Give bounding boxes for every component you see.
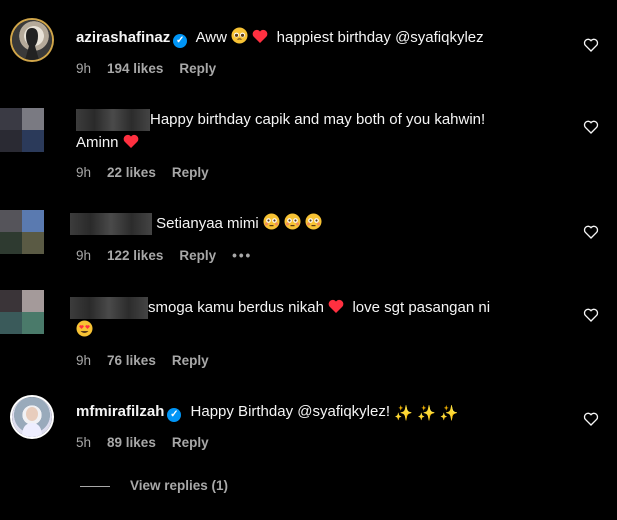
likes-count[interactable]: 194 likes	[107, 61, 163, 76]
comment-time: 9h	[76, 248, 92, 263]
likes-count[interactable]: 122 likes	[107, 248, 163, 263]
flushed-face-emoji-icon	[284, 213, 301, 237]
verified-badge-icon: ✓	[173, 34, 188, 48]
view-replies-button[interactable]: View replies (1)	[80, 478, 228, 493]
likes-count[interactable]: 22 likes	[107, 165, 156, 180]
avatar[interactable]	[0, 108, 44, 152]
view-replies-label: View replies (1)	[130, 478, 229, 493]
pleading-face-emoji-icon	[231, 27, 248, 51]
like-heart-icon[interactable]	[583, 411, 599, 427]
red-heart-emoji-icon	[252, 29, 268, 51]
flushed-face-emoji-icon	[263, 213, 280, 237]
comment-text: smoga kamu berdus nikah	[148, 299, 324, 316]
comment-text: Happy birthday capik and may both of you…	[150, 111, 486, 128]
divider	[80, 485, 110, 487]
reply-button[interactable]: Reply	[179, 61, 216, 76]
like-heart-icon[interactable]	[583, 119, 599, 135]
comment-time: 9h	[76, 61, 92, 76]
likes-count[interactable]: 76 likes	[107, 353, 156, 368]
avatar[interactable]	[0, 210, 44, 254]
comment-text: love sgt pasangan ni	[352, 299, 491, 316]
comment-time: 5h	[76, 435, 92, 450]
like-heart-icon[interactable]	[583, 224, 599, 240]
verified-badge-icon: ✓	[167, 408, 182, 422]
like-heart-icon[interactable]	[583, 307, 599, 323]
sparkles-emoji-icon: ✨	[417, 405, 436, 422]
reply-button[interactable]: Reply	[172, 435, 209, 450]
flushed-face-emoji-icon	[305, 213, 322, 237]
sparkles-emoji-icon: ✨	[394, 405, 413, 422]
avatar[interactable]	[12, 20, 52, 60]
reply-button[interactable]: Reply	[172, 165, 209, 180]
reply-button[interactable]: Reply	[172, 353, 209, 368]
comment-text: Happy Birthday @syafiqkylez!	[190, 403, 391, 420]
avatar[interactable]	[0, 290, 44, 334]
comment-text: Aminn	[76, 134, 119, 151]
like-heart-icon[interactable]	[583, 37, 599, 53]
heart-eyes-emoji-icon	[76, 320, 93, 344]
red-heart-emoji-icon	[123, 134, 139, 156]
comment-username[interactable]	[70, 213, 152, 236]
reply-button[interactable]: Reply	[179, 248, 216, 263]
comment-time: 9h	[76, 353, 92, 368]
comment-text: Setianyaa mimi	[156, 215, 259, 232]
comment-username[interactable]: azirashafinaz	[76, 29, 170, 46]
likes-count[interactable]: 89 likes	[107, 435, 156, 450]
comment-username[interactable]	[76, 109, 150, 132]
comment-username[interactable]: mfmirafilzah	[76, 403, 164, 420]
red-heart-emoji-icon	[328, 299, 344, 321]
comment-time: 9h	[76, 165, 92, 180]
comment-text: Aww	[195, 29, 227, 46]
comment-username[interactable]	[70, 297, 148, 320]
comment-text-mention: happiest birthday @syafiqkylez	[276, 29, 484, 46]
sparkles-emoji-icon: ✨	[439, 405, 459, 422]
avatar[interactable]	[12, 397, 52, 437]
more-options-icon[interactable]: •••	[232, 248, 252, 263]
